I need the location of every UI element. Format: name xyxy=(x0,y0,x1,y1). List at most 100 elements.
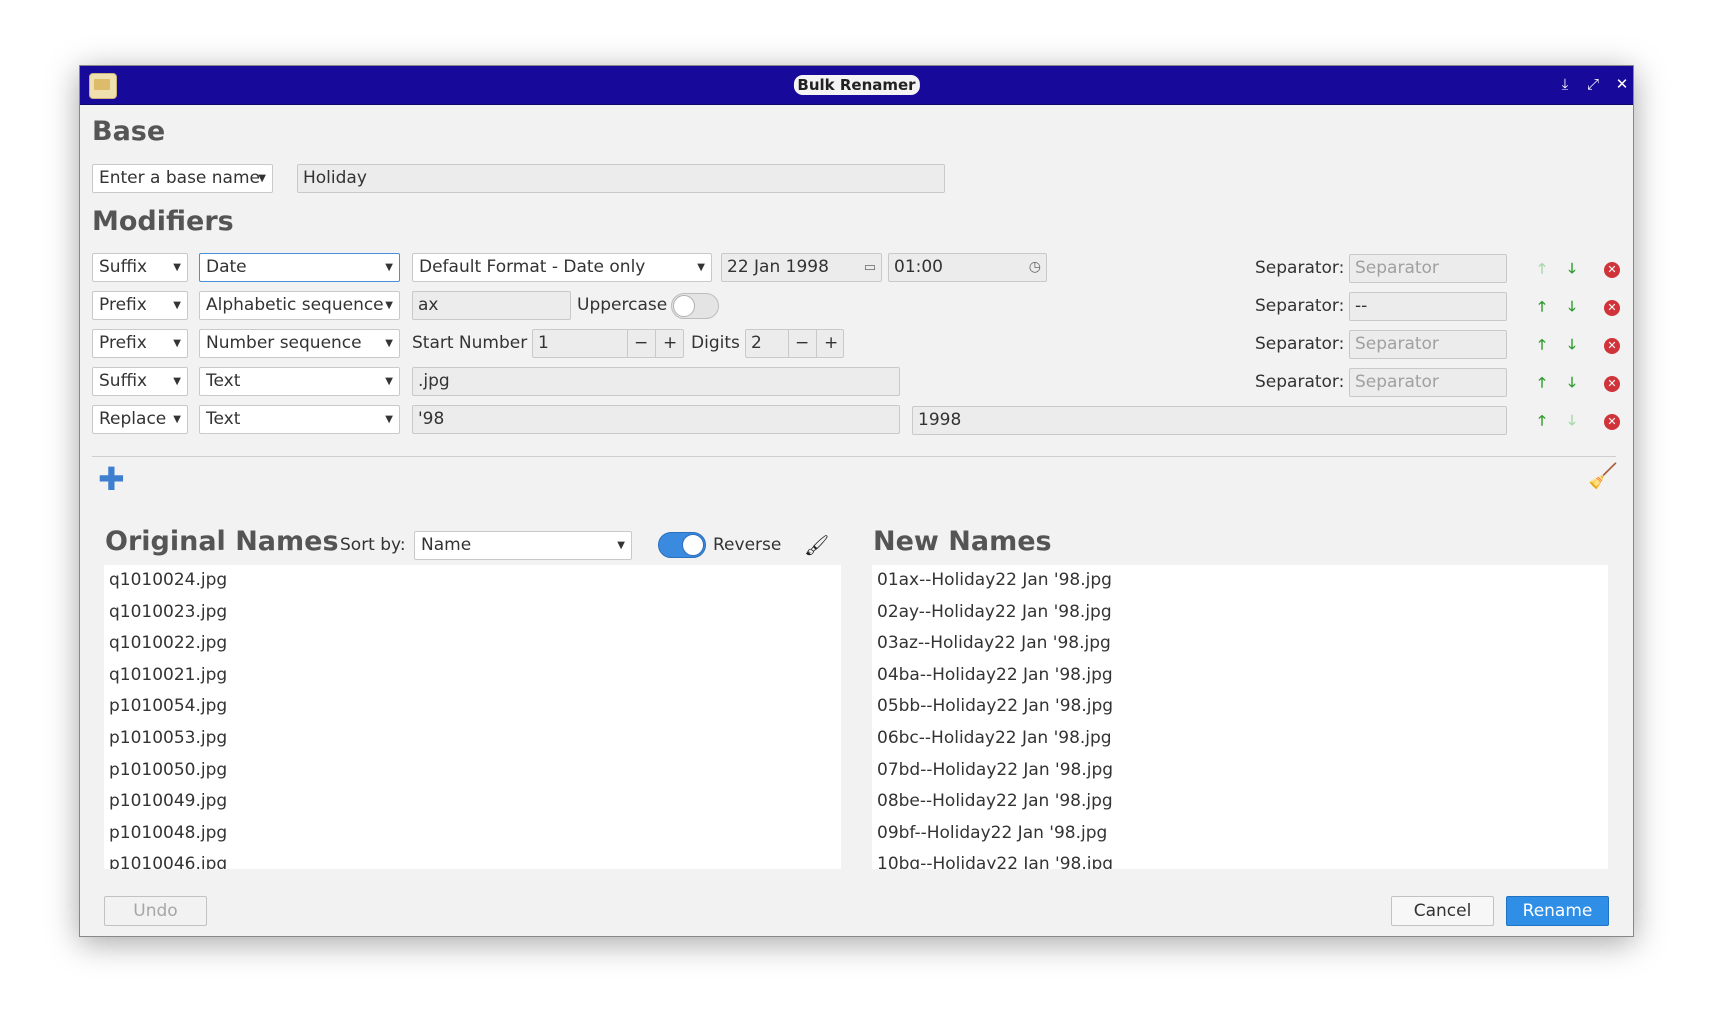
original-names-list[interactable]: q1010024.jpg q1010023.jpg q1010022.jpg q101… xyxy=(104,565,841,869)
chevron-down-icon: ▼ xyxy=(173,300,181,311)
remove-modifier-icon[interactable]: ✕ xyxy=(1604,300,1620,316)
list-item[interactable]: 04ba--Holiday22 Jan '98.jpg xyxy=(872,660,1608,692)
uppercase-toggle[interactable] xyxy=(671,293,719,319)
modifiers-heading: Modifiers xyxy=(92,206,234,237)
list-item[interactable]: q1010022.jpg xyxy=(104,628,841,660)
modifier-type-select[interactable]: Text ▼ xyxy=(199,367,400,396)
alpha-start-input[interactable]: ax xyxy=(412,291,571,320)
list-item[interactable]: 09bf--Holiday22 Jan '98.jpg xyxy=(872,818,1608,850)
separator-input[interactable]: Separator xyxy=(1349,368,1507,397)
separator-label: Separator: xyxy=(1255,372,1345,392)
uppercase-label: Uppercase xyxy=(577,295,668,315)
spinner-divider xyxy=(788,330,789,357)
separator-input[interactable]: Separator xyxy=(1349,330,1507,359)
type-value: Text xyxy=(206,371,241,391)
sort-by-select[interactable]: Name ▼ xyxy=(414,531,632,560)
maximize-button[interactable]: ⤢ xyxy=(1583,74,1603,94)
modifier-position-select[interactable]: Replace ▼ xyxy=(92,405,188,434)
separator-placeholder: Separator xyxy=(1355,258,1439,278)
modifier-type-select[interactable]: Number sequence ▼ xyxy=(199,329,400,358)
base-mode-value: Enter a base name xyxy=(99,168,260,188)
increment-icon[interactable]: + xyxy=(824,330,838,357)
modifier-type-select[interactable]: Date ▼ xyxy=(199,253,400,282)
digits-value: 2 xyxy=(751,333,762,353)
add-modifier-icon[interactable]: ✚ xyxy=(98,463,125,495)
chevron-down-icon: ▼ xyxy=(258,173,266,184)
separator-input[interactable]: Separator xyxy=(1349,254,1507,283)
chevron-down-icon: ▼ xyxy=(173,376,181,387)
minimize-button[interactable]: ⤓ xyxy=(1555,74,1575,94)
rename-button[interactable]: Rename xyxy=(1506,896,1609,926)
list-item[interactable]: p1010046.jpg xyxy=(104,849,841,869)
modifier-position-select[interactable]: Prefix ▼ xyxy=(92,329,188,358)
decrement-icon[interactable]: − xyxy=(634,330,648,357)
brush-icon[interactable]: 🖌 xyxy=(804,533,829,557)
chevron-down-icon: ▼ xyxy=(385,414,393,425)
move-down-arrow-icon[interactable]: 🡓 xyxy=(1563,412,1581,430)
increment-icon[interactable]: + xyxy=(663,330,677,357)
list-item[interactable]: p1010049.jpg xyxy=(104,786,841,818)
time-input[interactable]: 01:00 ◷ xyxy=(888,253,1047,282)
remove-modifier-icon[interactable]: ✕ xyxy=(1604,262,1620,278)
remove-modifier-icon[interactable]: ✕ xyxy=(1604,376,1620,392)
list-item[interactable]: p1010053.jpg xyxy=(104,723,841,755)
separator-input[interactable]: -- xyxy=(1349,292,1507,321)
list-item[interactable]: p1010048.jpg xyxy=(104,818,841,850)
decrement-icon[interactable]: − xyxy=(795,330,809,357)
list-item[interactable]: 06bc--Holiday22 Jan '98.jpg xyxy=(872,723,1608,755)
move-down-arrow-icon[interactable]: 🡓 xyxy=(1563,336,1581,354)
start-number-label: Start Number xyxy=(412,333,528,353)
undo-button[interactable]: Undo xyxy=(104,896,207,926)
new-names-list[interactable]: 01ax--Holiday22 Jan '98.jpg 02ay--Holiday… xyxy=(872,565,1608,869)
list-item[interactable]: 02ay--Holiday22 Jan '98.jpg xyxy=(872,597,1608,629)
modifier-type-select[interactable]: Text ▼ xyxy=(199,405,400,434)
replace-text-input[interactable]: 1998 xyxy=(912,406,1507,435)
suffix-text-input[interactable]: .jpg xyxy=(412,367,900,396)
base-mode-select[interactable]: Enter a base name ▼ xyxy=(92,164,273,193)
chevron-down-icon: ▼ xyxy=(385,338,393,349)
spinner-divider xyxy=(816,330,817,357)
find-text-input[interactable]: '98 xyxy=(412,405,900,434)
reverse-toggle[interactable] xyxy=(658,532,706,558)
list-item[interactable]: q1010024.jpg xyxy=(104,565,841,597)
modifier-type-select[interactable]: Alphabetic sequence ▼ xyxy=(199,291,400,320)
move-down-arrow-icon[interactable]: 🡓 xyxy=(1563,298,1581,316)
base-name-input[interactable]: Holiday xyxy=(297,164,945,193)
date-input[interactable]: 22 Jan 1998 ▭ xyxy=(721,253,882,282)
list-item[interactable]: q1010021.jpg xyxy=(104,660,841,692)
move-down-arrow-icon[interactable]: 🡓 xyxy=(1563,374,1581,392)
list-item[interactable]: 08be--Holiday22 Jan '98.jpg xyxy=(872,786,1608,818)
list-item[interactable]: 01ax--Holiday22 Jan '98.jpg xyxy=(872,565,1608,597)
move-up-arrow-icon[interactable]: 🡑 xyxy=(1533,336,1551,354)
list-item[interactable]: q1010023.jpg xyxy=(104,597,841,629)
move-down-arrow-icon[interactable]: 🡓 xyxy=(1563,260,1581,278)
position-value: Prefix xyxy=(99,333,147,353)
date-format-select[interactable]: Default Format - Date only ▼ xyxy=(412,253,712,282)
start-number-spinner[interactable]: 1 − + xyxy=(532,329,684,358)
modifier-position-select[interactable]: Suffix ▼ xyxy=(92,367,188,396)
modifier-position-select[interactable]: Prefix ▼ xyxy=(92,291,188,320)
close-button[interactable]: ✕ xyxy=(1612,74,1632,94)
cancel-button[interactable]: Cancel xyxy=(1391,896,1494,926)
clock-icon: ◷ xyxy=(1028,259,1041,275)
list-item[interactable]: p1010050.jpg xyxy=(104,755,841,787)
list-item[interactable]: 07bd--Holiday22 Jan '98.jpg xyxy=(872,755,1608,787)
separator-placeholder: Separator xyxy=(1355,372,1439,392)
move-up-arrow-icon[interactable]: 🡑 xyxy=(1533,260,1551,278)
broom-clear-icon[interactable]: 🧹 xyxy=(1588,462,1618,490)
time-value: 01:00 xyxy=(894,257,943,277)
digits-spinner[interactable]: 2 − + xyxy=(745,329,844,358)
list-item[interactable]: p1010054.jpg xyxy=(104,691,841,723)
list-item[interactable]: 03az--Holiday22 Jan '98.jpg xyxy=(872,628,1608,660)
move-up-arrow-icon[interactable]: 🡑 xyxy=(1533,412,1551,430)
list-item[interactable]: 05bb--Holiday22 Jan '98.jpg xyxy=(872,691,1608,723)
move-up-arrow-icon[interactable]: 🡑 xyxy=(1533,298,1551,316)
separator-label: Separator: xyxy=(1255,296,1345,316)
remove-modifier-icon[interactable]: ✕ xyxy=(1604,338,1620,354)
chevron-down-icon: ▼ xyxy=(617,540,625,551)
list-item[interactable]: 10bg--Holiday22 Jan '98.jpg xyxy=(872,849,1608,869)
move-up-arrow-icon[interactable]: 🡑 xyxy=(1533,374,1551,392)
modifier-position-select[interactable]: Suffix ▼ xyxy=(92,253,188,282)
remove-modifier-icon[interactable]: ✕ xyxy=(1604,414,1620,430)
sort-by-value: Name xyxy=(421,535,472,555)
